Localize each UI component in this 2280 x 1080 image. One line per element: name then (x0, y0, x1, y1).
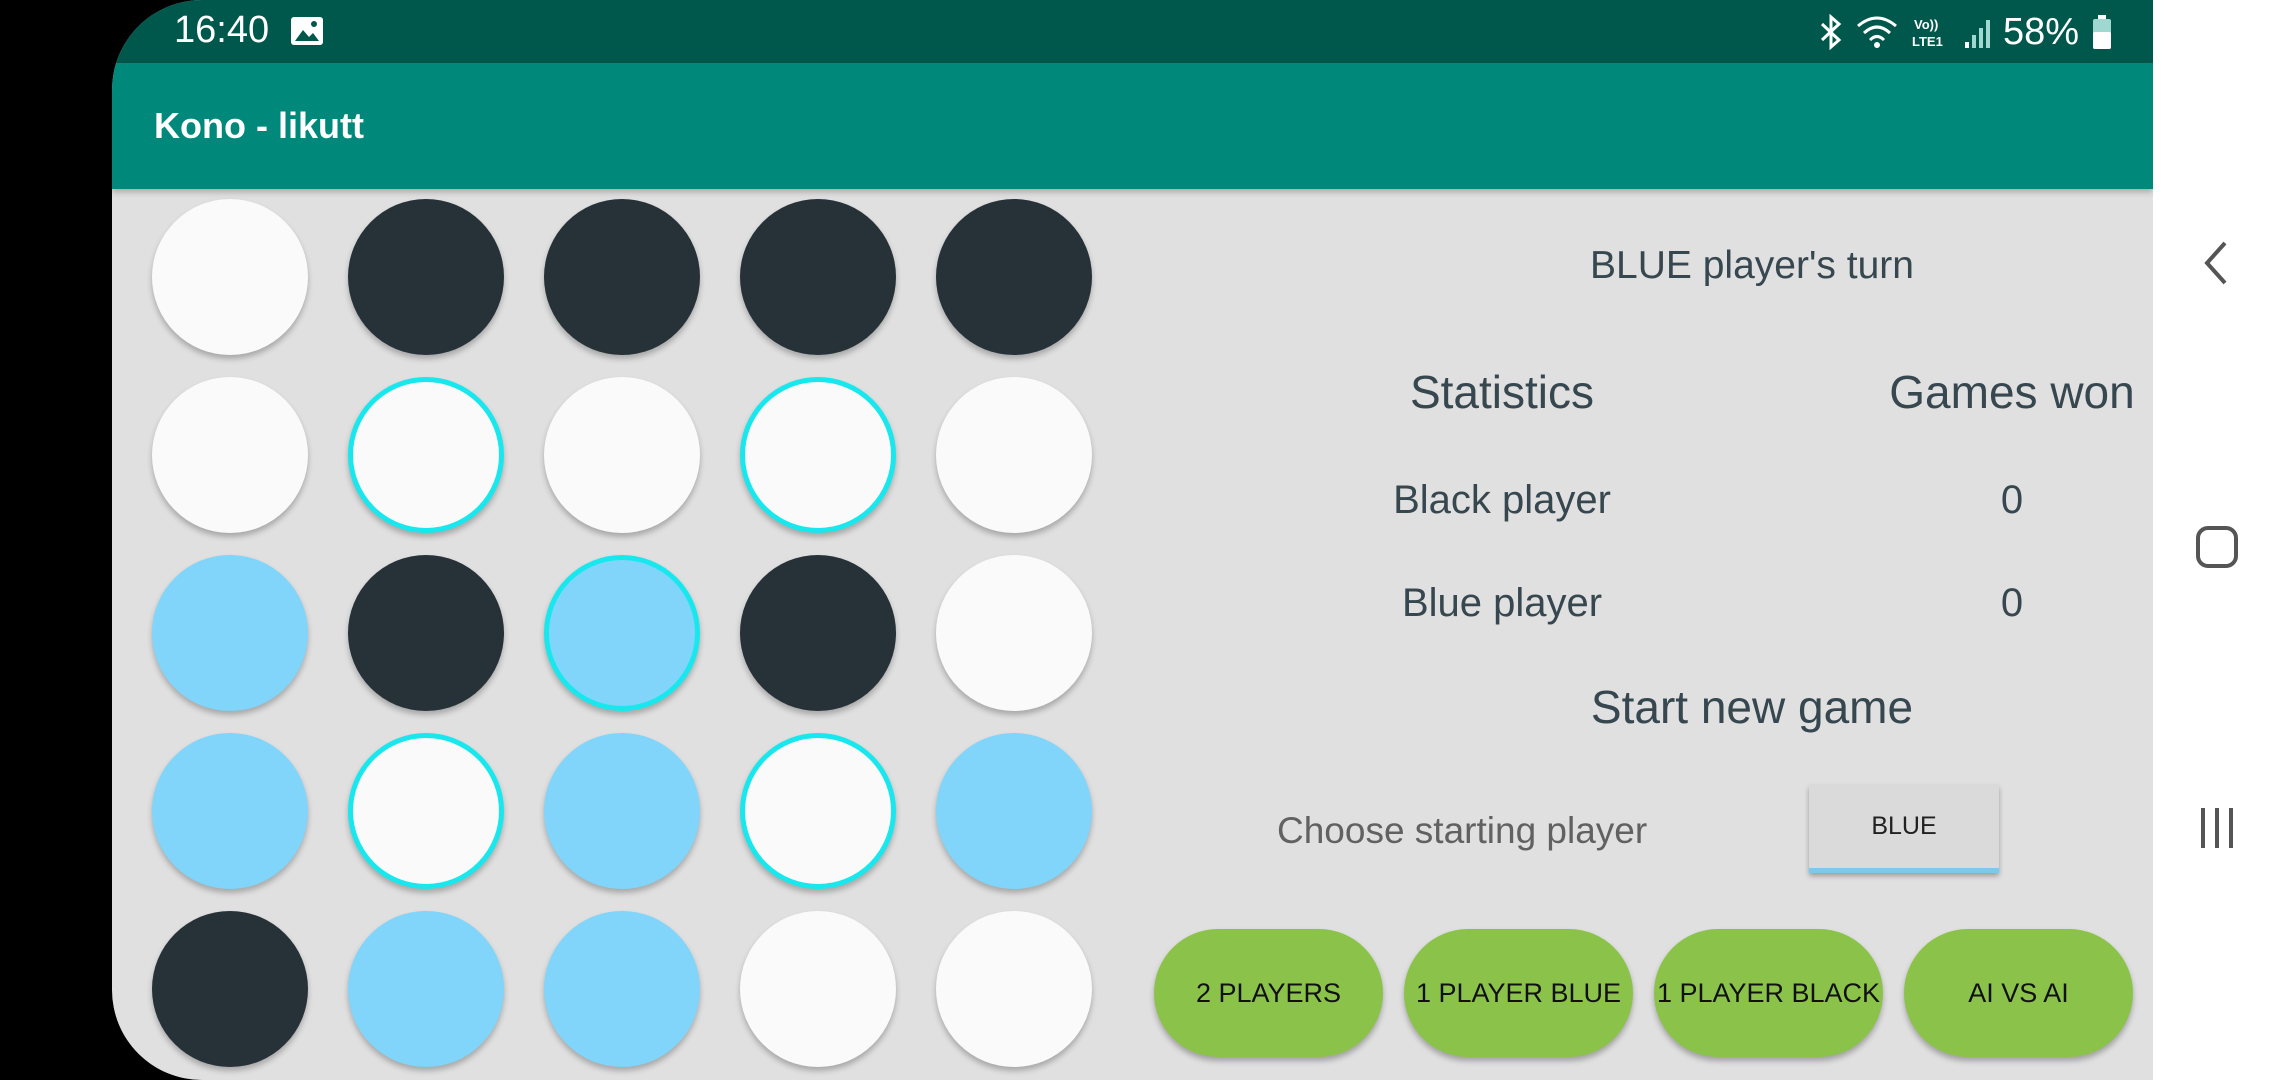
app-screen: 16:40 Vo)) LTE1 58% Kono - likutt BLUE p… (112, 0, 2153, 1080)
start-new-game-heading: Start new game (1590, 681, 1914, 733)
board-cell-r3-c2[interactable] (348, 555, 504, 711)
black-player-label: Black player (1393, 478, 1611, 522)
back-icon[interactable] (2153, 238, 2280, 288)
signal-icon (1964, 20, 1990, 48)
one-player-blue-button[interactable]: 1 PLAYER BLUE (1404, 929, 1633, 1057)
blue-player-wins: 0 (2000, 581, 2024, 625)
battery-percent: 58% (2002, 10, 2079, 53)
board-cell-r4-c2[interactable] (348, 733, 504, 889)
board-cell-r5-c5[interactable] (936, 911, 1092, 1067)
board-cell-r5-c3[interactable] (544, 911, 700, 1067)
status-bar: 16:40 Vo)) LTE1 58% (112, 0, 2153, 63)
board-cell-r3-c1[interactable] (152, 555, 308, 711)
black-player-wins: 0 (2000, 478, 2024, 522)
board-cell-r1-c2[interactable] (348, 199, 504, 355)
battery-icon (2093, 15, 2111, 49)
board-cell-r3-c5[interactable] (936, 555, 1092, 711)
home-icon[interactable] (2153, 523, 2280, 571)
game-board (112, 189, 1112, 1080)
board-cell-r5-c4[interactable] (740, 911, 896, 1067)
volte-lte-icon: Vo)) LTE1 (1912, 17, 1943, 49)
board-cell-r5-c2[interactable] (348, 911, 504, 1067)
games-won-header: Games won (1889, 366, 2135, 418)
navigation-bar (2153, 0, 2280, 1080)
board-cell-r5-c1[interactable] (152, 911, 308, 1067)
starting-player-spinner[interactable]: BLUE (1809, 785, 1999, 873)
one-player-black-button[interactable]: 1 PLAYER BLACK (1654, 929, 1883, 1057)
image-icon (291, 17, 323, 45)
board-cell-r4-c1[interactable] (152, 733, 308, 889)
board-cell-r3-c3[interactable] (544, 555, 700, 711)
svg-text:Vo)): Vo)) (1914, 17, 1938, 32)
choose-starting-player-label: Choose starting player (1277, 810, 1648, 851)
app-title: Kono - likutt (154, 105, 364, 146)
bluetooth-icon (1820, 14, 1842, 50)
status-time: 16:40 (174, 9, 270, 51)
ai-vs-ai-button[interactable]: AI VS AI (1904, 929, 2133, 1057)
recents-icon[interactable] (2153, 803, 2280, 853)
board-cell-r1-c1[interactable] (152, 199, 308, 355)
board-cell-r2-c4[interactable] (740, 377, 896, 533)
board-cell-r2-c5[interactable] (936, 377, 1092, 533)
board-cell-r1-c5[interactable] (936, 199, 1092, 355)
wifi-icon (1856, 16, 1897, 48)
board-cell-r2-c3[interactable] (544, 377, 700, 533)
board-cell-r1-c4[interactable] (740, 199, 896, 355)
board-cell-r2-c1[interactable] (152, 377, 308, 533)
two-players-button[interactable]: 2 PLAYERS (1154, 929, 1383, 1057)
turn-indicator: BLUE player's turn (1590, 244, 1914, 287)
svg-text:LTE1: LTE1 (1912, 34, 1943, 49)
board-cell-r4-c5[interactable] (936, 733, 1092, 889)
app-bar: Kono - likutt (112, 63, 2153, 189)
board-cell-r3-c4[interactable] (740, 555, 896, 711)
board-cell-r4-c4[interactable] (740, 733, 896, 889)
board-cell-r1-c3[interactable] (544, 199, 700, 355)
board-cell-r2-c2[interactable] (348, 377, 504, 533)
board-cell-r4-c3[interactable] (544, 733, 700, 889)
blue-player-label: Blue player (1401, 581, 1603, 625)
statistics-header: Statistics (1409, 366, 1595, 418)
